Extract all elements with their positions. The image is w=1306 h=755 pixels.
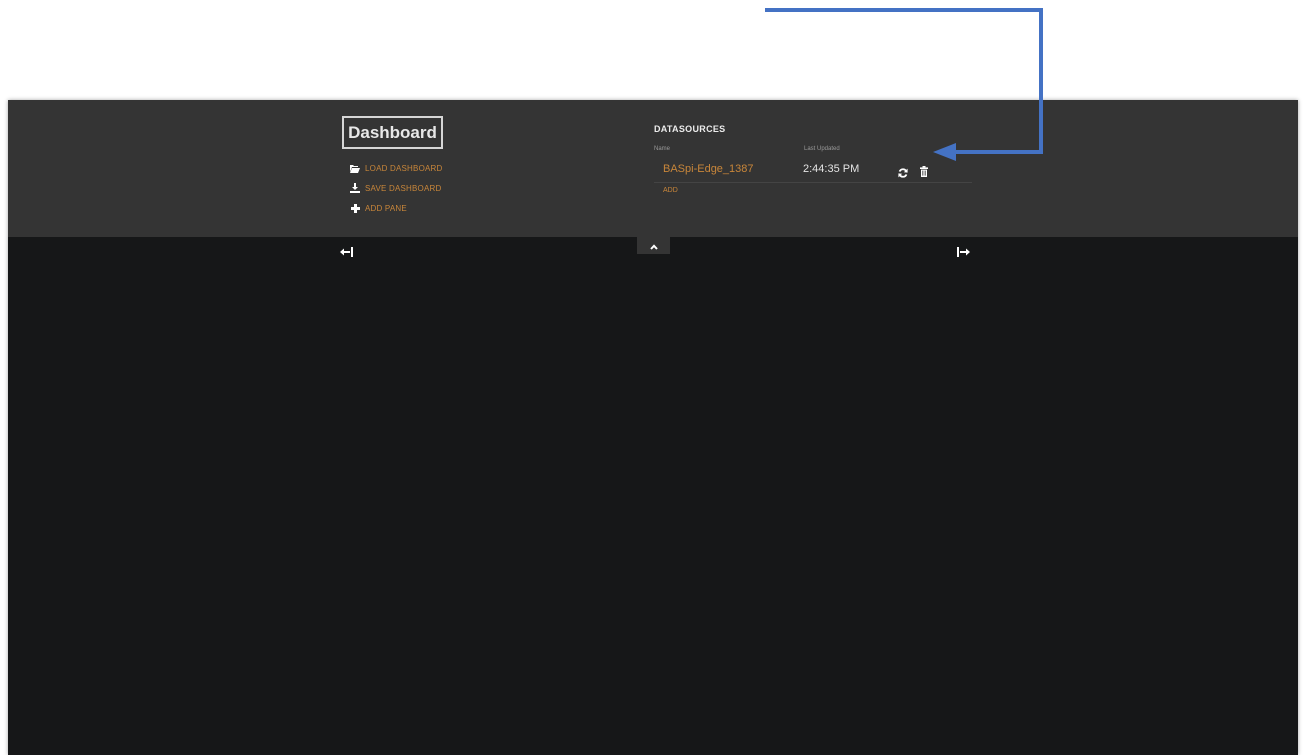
dashboard-header: Dashboard LOAD DASHBOARD SAVE DASHBOARD …	[8, 100, 1298, 237]
toggle-header-button[interactable]	[637, 237, 670, 254]
datasources-col-name: Name	[654, 146, 671, 152]
download-icon	[350, 183, 360, 193]
add-datasource-button[interactable]: ADD	[663, 187, 678, 194]
refresh-icon[interactable]	[898, 165, 908, 178]
add-pane-label: ADD PANE	[365, 203, 407, 213]
add-pane-button[interactable]: ADD PANE	[350, 201, 407, 215]
chevron-up-icon	[649, 237, 658, 255]
dashboard-title: Dashboard	[342, 116, 443, 149]
save-dashboard-label: SAVE DASHBOARD	[365, 183, 442, 193]
datasources-col-last-updated: Last Updated	[804, 146, 840, 152]
save-dashboard-button[interactable]: SAVE DASHBOARD	[350, 181, 441, 195]
load-dashboard-button[interactable]: LOAD DASHBOARD	[350, 161, 442, 175]
load-dashboard-label: LOAD DASHBOARD	[365, 163, 443, 173]
arrow-right-bar-icon[interactable]	[956, 244, 970, 257]
plus-icon	[350, 203, 360, 213]
dashboard-app: Dashboard LOAD DASHBOARD SAVE DASHBOARD …	[8, 100, 1298, 755]
datasources-title: DATASOURCES	[654, 124, 726, 134]
datasource-name-link[interactable]: BASpi-Edge_1387	[663, 163, 754, 175]
folder-open-icon	[350, 163, 360, 173]
datasource-row: BASpi-Edge_1387 2:44:35 PM	[654, 160, 972, 183]
trash-icon[interactable]	[920, 164, 928, 177]
arrow-left-bar-icon[interactable]	[340, 244, 354, 257]
datasource-last-updated: 2:44:35 PM	[803, 163, 860, 175]
